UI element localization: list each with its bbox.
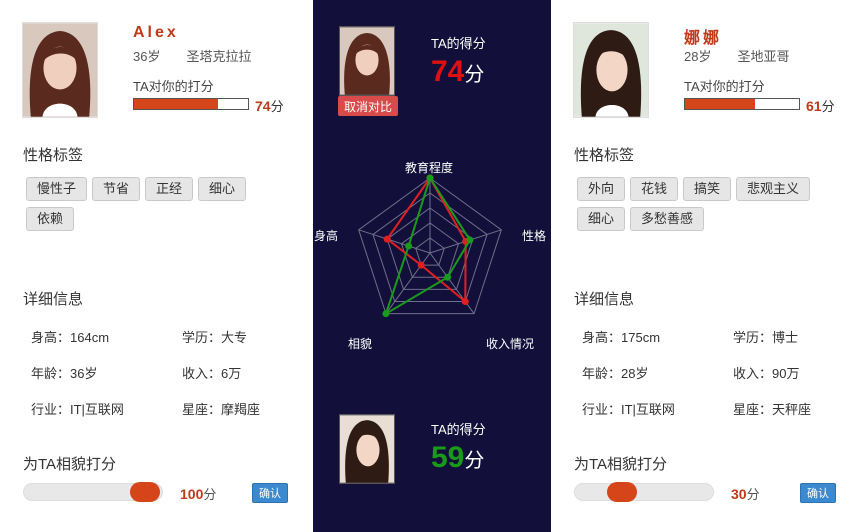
- right-age: 28岁: [684, 49, 712, 64]
- top-compare-avatar: [339, 26, 395, 96]
- right-avatar[interactable]: [573, 22, 649, 118]
- right-confirm-button[interactable]: 确认: [800, 483, 836, 503]
- left-name: Alex: [133, 24, 179, 41]
- right-location: 圣地亚哥: [737, 49, 790, 64]
- left-profile-panel: Alex 36岁 圣塔克拉拉 TA对你的打分 74分 性格标签 慢性子 节省 正经 细心…: [0, 0, 313, 532]
- radar-data-point: [383, 235, 391, 243]
- left-confirm-button[interactable]: 确认: [252, 483, 288, 503]
- left-detail-age: 年龄：36岁: [31, 366, 98, 381]
- right-details-title: 详细信息: [574, 291, 635, 308]
- top-compare-photo: [340, 27, 394, 95]
- radar-axis-label: 收入情况: [486, 337, 535, 351]
- right-detail-income: 收入：90万: [733, 366, 800, 381]
- right-name: 娜娜: [684, 30, 723, 47]
- personality-tag: 细心: [198, 177, 247, 201]
- right-tags-title: 性格标签: [574, 147, 635, 164]
- right-score-title: 为TA相貌打分: [574, 456, 668, 473]
- radar-data-point: [417, 261, 425, 269]
- right-score-slider[interactable]: [574, 482, 714, 502]
- personality-tag: 悲观主义: [736, 177, 811, 201]
- top-score: 74分: [431, 55, 485, 88]
- right-detail-height: 身高：175cm: [582, 330, 661, 345]
- left-detail-industry: 行业：IT|互联网: [31, 402, 124, 417]
- left-detail-height: 身高：164cm: [31, 330, 110, 345]
- radar-data-point: [405, 242, 413, 250]
- right-rate-bar: [684, 98, 800, 110]
- radar-axis-label: 身高: [314, 229, 339, 243]
- right-profile-panel: 娜娜 28岁 圣地亚哥 TA对你的打分 61分 性格标签 外向 花钱 搞笑 悲观主义细心…: [551, 0, 865, 532]
- left-detail-education: 学历：大专: [182, 330, 248, 345]
- right-meta: 28岁 圣地亚哥: [684, 46, 789, 65]
- radar-chart-svg: [358, 174, 502, 318]
- left-rate-bar: [133, 98, 249, 110]
- left-avatar-photo: [23, 23, 97, 117]
- radar-axis-label: 教育程度: [405, 161, 454, 175]
- bottom-score-label: TA的得分: [431, 422, 486, 437]
- right-rate-label: TA对你的打分: [684, 79, 765, 94]
- cancel-compare-button[interactable]: 取消对比: [338, 96, 398, 116]
- right-slider-value: 30分: [731, 486, 760, 502]
- left-avatar[interactable]: [22, 22, 98, 118]
- bottom-compare-photo: [340, 415, 394, 483]
- radar-data-point: [382, 310, 390, 318]
- radar-data-point: [466, 236, 474, 244]
- left-detail-zodiac: 星座：摩羯座: [182, 402, 261, 417]
- left-rate-fill: [134, 99, 219, 109]
- left-score-title: 为TA相貌打分: [23, 456, 117, 473]
- right-rate-fill: [685, 99, 755, 109]
- right-detail-education: 学历：博士: [733, 330, 799, 345]
- radar-chart: 教育程度 性格 收入情况 相貌 身高: [313, 150, 551, 360]
- personality-tag: 依赖: [26, 207, 75, 231]
- left-slider-value: 100分: [180, 486, 217, 502]
- right-avatar-photo: [574, 23, 648, 117]
- personality-tag: 外向: [577, 177, 626, 201]
- left-rate-label: TA对你的打分: [133, 79, 214, 94]
- right-detail-age: 年龄：28岁: [582, 366, 649, 381]
- radar-axis-label: 性格: [522, 229, 547, 243]
- radar-data-point: [444, 273, 452, 281]
- bottom-score: 59分: [431, 441, 485, 474]
- right-tags: 外向 花钱 搞笑 悲观主义细心 多愁善感: [577, 177, 847, 231]
- personality-tag: 花钱: [630, 177, 679, 201]
- personality-tag: 细心: [577, 207, 626, 231]
- left-rate-value: 74分: [255, 98, 284, 114]
- bottom-compare-avatar: [339, 414, 395, 484]
- radar-data-point: [461, 298, 469, 306]
- left-meta: 36岁 圣塔克拉拉: [133, 46, 251, 65]
- personality-tag: 节省: [92, 177, 141, 201]
- top-score-label: TA的得分: [431, 36, 486, 51]
- right-slider-thumb[interactable]: [607, 482, 637, 502]
- left-tags-title: 性格标签: [23, 147, 84, 164]
- right-detail-zodiac: 星座：天秤座: [733, 402, 812, 417]
- personality-tag: 慢性子: [26, 177, 88, 201]
- personality-tag: 搞笑: [683, 177, 732, 201]
- left-age: 36岁: [133, 49, 161, 64]
- right-rate-value: 61分: [806, 98, 835, 114]
- left-score-slider[interactable]: [23, 482, 163, 502]
- comparison-panel: 取消对比 TA的得分 74分 教育程度 性格 收入情况 相貌 身高 TA的得分 …: [313, 0, 551, 532]
- left-tags: 慢性子 节省 正经 细心依赖: [26, 177, 296, 231]
- personality-tag: 正经: [145, 177, 194, 201]
- left-detail-income: 收入：6万: [182, 366, 242, 381]
- radar-axis-label: 相貌: [348, 337, 373, 351]
- personality-tag: 多愁善感: [630, 207, 705, 231]
- left-slider-thumb[interactable]: [130, 482, 160, 502]
- right-detail-industry: 行业：IT|互联网: [582, 402, 675, 417]
- left-details-title: 详细信息: [23, 291, 84, 308]
- left-location: 圣塔克拉拉: [186, 49, 252, 64]
